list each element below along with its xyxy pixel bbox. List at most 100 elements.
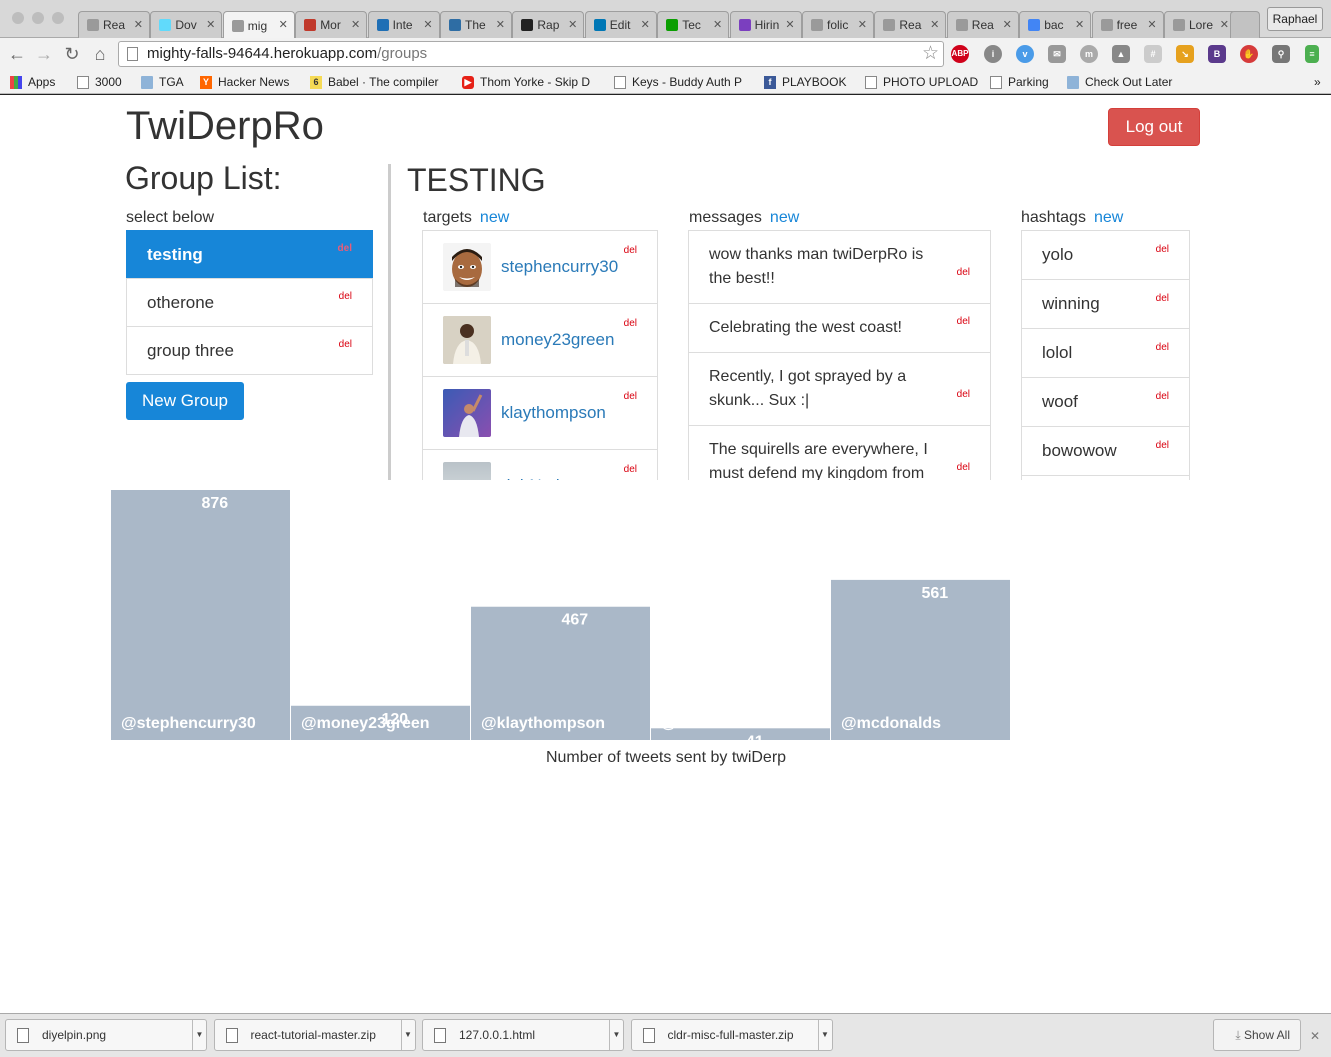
- drive-icon[interactable]: ▲: [1112, 45, 1130, 63]
- bookmark-item[interactable]: f PLAYBOOK: [764, 74, 846, 90]
- delete-message-link[interactable]: del: [957, 462, 970, 474]
- close-tab-icon[interactable]: ✕: [134, 18, 143, 31]
- close-tab-icon[interactable]: ✕: [206, 18, 215, 31]
- delete-message-link[interactable]: del: [957, 316, 970, 328]
- zoom-window-button[interactable]: [52, 12, 64, 24]
- address-bar[interactable]: mighty-falls-94644.herokuapp.com/groups …: [118, 41, 944, 67]
- browser-tab[interactable]: Inte ✕: [367, 11, 440, 38]
- bookmark-item[interactable]: TGA: [141, 74, 184, 90]
- info-icon[interactable]: i: [984, 45, 1002, 63]
- download-menu-chevron-icon[interactable]: ▼: [817, 1020, 832, 1050]
- target-handle-link[interactable]: klaythompson: [501, 403, 606, 423]
- bookmark-item[interactable]: PHOTO UPLOAD: [865, 74, 978, 90]
- browser-tab[interactable]: The ✕: [440, 11, 512, 38]
- browser-tab[interactable]: Lore ✕: [1164, 11, 1236, 38]
- close-tab-icon[interactable]: ✕: [1003, 18, 1012, 31]
- close-tab-icon[interactable]: ✕: [351, 18, 360, 31]
- adblock-icon[interactable]: ABP: [951, 45, 969, 63]
- download-item[interactable]: diyelpin.png ▼: [5, 1019, 207, 1051]
- browser-tab[interactable]: Hirin ✕: [729, 11, 802, 38]
- home-icon[interactable]: ⌂: [89, 43, 111, 65]
- close-tab-icon[interactable]: ✕: [713, 18, 722, 31]
- bookmark-item[interactable]: Check Out Later: [1067, 74, 1172, 90]
- new-group-button[interactable]: New Group: [126, 382, 244, 420]
- delete-group-link[interactable]: del: [338, 243, 352, 255]
- new-target-link[interactable]: new: [480, 209, 509, 226]
- delete-hashtag-link[interactable]: del: [1156, 342, 1169, 354]
- minimize-window-button[interactable]: [32, 12, 44, 24]
- close-tab-icon[interactable]: ✕: [930, 18, 939, 31]
- delete-hashtag-link[interactable]: del: [1156, 391, 1169, 403]
- menu-icon[interactable]: ≡: [1305, 45, 1319, 63]
- back-icon[interactable]: ←: [6, 43, 28, 65]
- delete-message-link[interactable]: del: [957, 267, 970, 279]
- delete-target-link[interactable]: del: [624, 318, 637, 330]
- bookmark-item[interactable]: 3000: [77, 74, 122, 90]
- vimeo-icon[interactable]: v: [1016, 45, 1034, 63]
- profile-button[interactable]: Raphael: [1267, 7, 1323, 31]
- target-handle-link[interactable]: dubNation: [501, 476, 579, 480]
- mail-icon[interactable]: ✉: [1048, 45, 1066, 63]
- browser-tab[interactable]: free ✕: [1091, 11, 1164, 38]
- bookmark-item[interactable]: Apps: [10, 74, 55, 90]
- close-tab-icon[interactable]: ✕: [279, 18, 288, 31]
- close-tab-icon[interactable]: ✕: [1147, 18, 1156, 31]
- forward-icon[interactable]: →: [33, 43, 55, 65]
- delete-hashtag-link[interactable]: del: [1156, 244, 1169, 256]
- browser-tab[interactable]: Edit ✕: [584, 11, 657, 38]
- browser-tab[interactable]: Dov ✕: [150, 11, 223, 38]
- bookmark-item[interactable]: Y Hacker News: [200, 74, 289, 90]
- new-hashtag-link[interactable]: new: [1094, 209, 1123, 226]
- bookmark-item[interactable]: 6 Babel · The compiler: [310, 74, 439, 90]
- search-extension-icon[interactable]: ⚲: [1272, 45, 1290, 63]
- target-handle-link[interactable]: money23green: [501, 330, 614, 350]
- download-menu-chevron-icon[interactable]: ▼: [400, 1020, 415, 1050]
- new-message-link[interactable]: new: [770, 209, 799, 226]
- download-item[interactable]: cldr-misc-full-master.zip ▼: [630, 1019, 833, 1051]
- download-item[interactable]: 127.0.0.1.html ▼: [422, 1019, 624, 1051]
- stop-extension-icon[interactable]: ✋: [1240, 45, 1258, 63]
- bookmark-item[interactable]: ▶ Thom Yorke - Skip D: [462, 74, 590, 90]
- browser-tab[interactable]: mig ✕: [222, 11, 295, 39]
- browser-tab[interactable]: bac ✕: [1019, 11, 1092, 38]
- close-tab-icon[interactable]: ✕: [423, 18, 432, 31]
- group-item[interactable]: group three del: [126, 326, 373, 375]
- chart-extension-icon[interactable]: ↘: [1176, 45, 1194, 63]
- close-window-button[interactable]: [12, 12, 24, 24]
- delete-target-link[interactable]: del: [624, 464, 637, 476]
- delete-message-link[interactable]: del: [957, 389, 970, 401]
- bookmark-star-icon[interactable]: ☆: [922, 42, 939, 66]
- close-tab-icon[interactable]: ✕: [1075, 18, 1084, 31]
- browser-tab[interactable]: Mor ✕: [295, 11, 368, 38]
- target-handle-link[interactable]: stephencurry30: [501, 257, 618, 277]
- browser-tab[interactable]: Rea ✕: [946, 11, 1019, 38]
- logout-button[interactable]: Log out: [1108, 108, 1200, 146]
- close-downloads-icon[interactable]: ✕: [1310, 1029, 1320, 1043]
- more-bookmarks-icon[interactable]: »: [1314, 74, 1321, 90]
- browser-tab[interactable]: Rea ✕: [78, 11, 150, 38]
- browser-tab[interactable]: Rea ✕: [874, 11, 947, 38]
- download-menu-chevron-icon[interactable]: ▼: [609, 1020, 623, 1050]
- close-tab-icon[interactable]: ✕: [568, 18, 577, 31]
- group-item[interactable]: otherone del: [126, 278, 373, 327]
- delete-group-link[interactable]: del: [339, 339, 352, 351]
- close-tab-icon[interactable]: ✕: [858, 18, 867, 31]
- group-item[interactable]: testing del: [126, 230, 373, 279]
- new-tab-button[interactable]: [1230, 11, 1260, 38]
- delete-target-link[interactable]: del: [624, 391, 637, 403]
- show-all-downloads-button[interactable]: ⤓ Show All: [1213, 1019, 1301, 1051]
- close-tab-icon[interactable]: ✕: [496, 18, 505, 31]
- m-extension-icon[interactable]: m: [1080, 45, 1098, 63]
- browser-tab[interactable]: folic ✕: [802, 11, 874, 38]
- bootstrap-extension-icon[interactable]: B: [1208, 45, 1226, 63]
- download-item[interactable]: react-tutorial-master.zip ▼: [213, 1019, 416, 1051]
- browser-tab[interactable]: Tec ✕: [657, 11, 730, 38]
- download-menu-chevron-icon[interactable]: ▼: [192, 1020, 206, 1050]
- close-tab-icon[interactable]: ✕: [641, 18, 650, 31]
- grid-extension-icon[interactable]: #: [1144, 45, 1162, 63]
- delete-hashtag-link[interactable]: del: [1156, 440, 1169, 452]
- close-tab-icon[interactable]: ✕: [1220, 18, 1229, 31]
- bookmark-item[interactable]: Keys - Buddy Auth P: [614, 74, 742, 90]
- bookmark-item[interactable]: Parking: [990, 74, 1049, 90]
- close-tab-icon[interactable]: ✕: [785, 18, 794, 31]
